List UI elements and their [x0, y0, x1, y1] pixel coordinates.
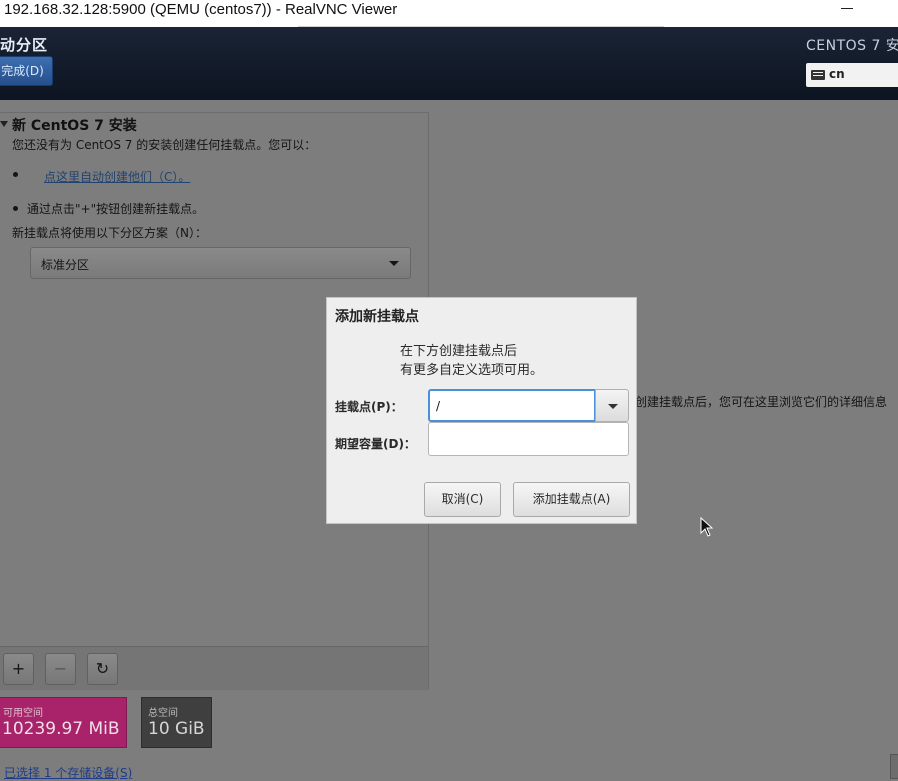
partition-scheme-select[interactable]: 标准分区	[30, 247, 411, 279]
keyboard-icon	[811, 70, 825, 80]
dialog-description-line2: 有更多自定义选项可用。	[400, 363, 544, 378]
details-hint-text: 创建挂载点后，您可在这里浏览它们的详细信息	[635, 395, 888, 409]
dropdown-caret-icon	[608, 404, 618, 409]
total-space-label: 总空间	[148, 708, 178, 719]
cancel-button[interactable]: 取消(C)	[424, 482, 501, 517]
available-space-value: 10239.97 MiB	[2, 719, 120, 739]
dialog-title: 添加新挂载点	[335, 309, 419, 325]
minimize-icon[interactable]	[840, 0, 854, 18]
manual-create-text: 通过点击"+"按钮创建新挂载点。	[27, 202, 205, 216]
reset-all-button-edge[interactable]	[890, 754, 898, 779]
add-icon[interactable]: +	[3, 653, 34, 685]
installer-header: 动分区 完成(D) CENTOS 7 安 cn	[0, 27, 898, 100]
scheme-label: 新挂载点将使用以下分区方案（N）：	[12, 226, 207, 240]
window-title: 192.168.32.128:5900 (QEMU (centos7)) - R…	[4, 1, 398, 18]
storage-devices-link[interactable]: 已选择 1 个存储设备(S)	[4, 764, 132, 781]
dialog-description-line1: 在下方创建挂载点后	[400, 344, 518, 359]
mount-point-dropdown-button[interactable]	[595, 389, 629, 422]
product-title: CENTOS 7 安	[806, 38, 898, 54]
expander-triangle-icon[interactable]	[0, 121, 8, 127]
mount-point-label: 挂载点(P)：	[335, 400, 403, 414]
keyboard-layout-label: cn	[829, 67, 845, 81]
bullet	[13, 206, 18, 211]
done-button[interactable]: 完成(D)	[0, 56, 53, 86]
mouse-cursor-icon	[700, 517, 714, 537]
available-space-label: 可用空间	[3, 708, 43, 719]
mount-point-combo[interactable]: /	[428, 389, 629, 422]
partition-scheme-value: 标准分区	[41, 258, 90, 272]
mount-points-toolbar: + − ↻	[0, 646, 428, 690]
bullet	[13, 172, 18, 177]
mount-point-input[interactable]: /	[428, 389, 596, 422]
install-title[interactable]: 新 CentOS 7 安装	[12, 115, 137, 135]
available-space-tile: 可用空间 10239.97 MiB	[0, 697, 127, 748]
window-titlebar: 192.168.32.128:5900 (QEMU (centos7)) - R…	[0, 0, 898, 31]
section-title: 动分区	[0, 36, 49, 54]
total-space-tile: 总空间 10 GiB	[141, 697, 212, 748]
capacity-label: 期望容量(D)：	[335, 437, 416, 451]
no-mountpoints-text: 您还没有为 CentOS 7 的安装创建任何挂载点。您可以：	[12, 138, 317, 152]
capacity-input[interactable]	[428, 422, 629, 456]
add-mount-point-button[interactable]: 添加挂载点(A)	[513, 482, 630, 517]
refresh-icon[interactable]: ↻	[87, 653, 118, 685]
add-mount-point-dialog: 添加新挂载点 在下方创建挂载点后 有更多自定义选项可用。 挂载点(P)： / 期…	[326, 297, 637, 524]
total-space-value: 10 GiB	[148, 719, 205, 739]
auto-create-link[interactable]: 点这里自动创建他们（C）。	[44, 168, 190, 185]
dropdown-caret-icon	[389, 261, 399, 266]
keyboard-layout-indicator[interactable]: cn	[806, 63, 898, 87]
remove-icon[interactable]: −	[45, 653, 76, 685]
